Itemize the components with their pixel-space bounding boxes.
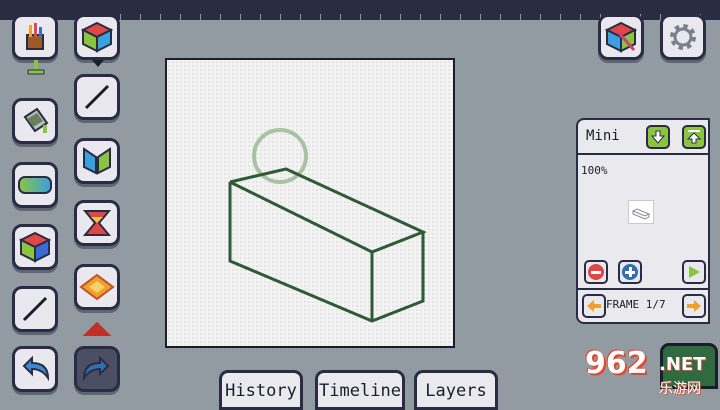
fill-tool-button[interactable]	[12, 98, 58, 144]
watermark-subtitle: 乐游网	[659, 381, 701, 397]
arrow-left-icon	[587, 300, 601, 312]
mini-panel: Mini 100% FRAME 1/7	[576, 118, 710, 324]
line-icon	[22, 296, 48, 322]
next-frame-button[interactable]	[682, 294, 706, 318]
arrow-down-icon	[651, 130, 665, 144]
mini-divider	[578, 153, 708, 155]
line-icon	[84, 84, 110, 110]
cube-icon	[18, 231, 52, 263]
add-frame-button[interactable]	[618, 260, 642, 284]
dropdown-arrow-icon	[92, 60, 104, 67]
isometric-box-drawing	[228, 167, 427, 323]
arrow-up-icon	[687, 130, 701, 144]
undo-button[interactable]	[12, 346, 58, 392]
mini-zoom-label: 100%	[581, 164, 608, 177]
mini-preview-thumbnail	[628, 200, 654, 224]
prev-frame-button[interactable]	[582, 294, 606, 318]
remove-frame-button[interactable]	[584, 260, 608, 284]
tab-history[interactable]: History	[219, 370, 303, 410]
mirror-tool-button[interactable]	[74, 138, 120, 184]
gradient-icon	[18, 176, 52, 194]
drawing-canvas[interactable]	[165, 58, 455, 348]
play-button[interactable]	[682, 260, 706, 284]
watermark-number: 962	[585, 346, 648, 381]
cube-tool-button[interactable]	[12, 224, 58, 270]
diamond-icon	[79, 273, 115, 301]
arrow-right-icon	[687, 300, 701, 312]
paint-bucket-icon	[23, 107, 49, 133]
line-tool-button[interactable]	[74, 74, 120, 120]
upload-button[interactable]	[682, 125, 706, 149]
flip-icon	[82, 210, 112, 236]
export-button[interactable]	[598, 14, 644, 60]
flip-tool-button[interactable]	[74, 200, 120, 246]
download-button[interactable]	[646, 125, 670, 149]
mini-divider-bottom	[578, 288, 708, 290]
paint-brushes-icon	[26, 23, 44, 50]
redo-button[interactable]	[74, 346, 120, 392]
watermark-logo: 962 .NET 乐游网	[575, 344, 715, 400]
frame-counter: FRAME 1/7	[606, 298, 666, 311]
redo-icon	[82, 355, 110, 382]
plus-icon	[622, 264, 638, 280]
partial-tool-icon	[82, 322, 112, 336]
settings-button[interactable]	[660, 14, 706, 60]
tab-timeline[interactable]: Timeline	[315, 370, 405, 410]
line-tool-button-left[interactable]	[12, 286, 58, 332]
diamond-tool-button[interactable]	[74, 264, 120, 310]
play-icon	[689, 266, 700, 278]
mirror-icon	[83, 147, 111, 175]
mini-panel-title: Mini	[586, 128, 620, 144]
tab-layers[interactable]: Layers	[414, 370, 498, 410]
export-cube-icon	[604, 21, 638, 53]
watermark-suffix: .NET	[659, 354, 706, 375]
tool-stand-icon	[26, 60, 46, 76]
gear-icon	[670, 24, 696, 50]
cube-icon	[80, 21, 114, 53]
shape3d-tool-button[interactable]	[74, 14, 120, 60]
minus-icon	[588, 264, 604, 280]
palette-tool-button[interactable]	[12, 14, 58, 60]
gradient-tool-button[interactable]	[12, 162, 58, 208]
undo-icon	[22, 355, 50, 382]
